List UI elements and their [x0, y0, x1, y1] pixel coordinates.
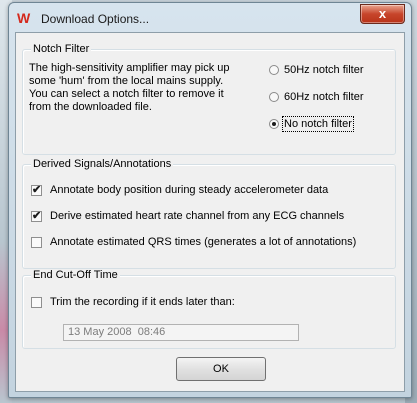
notch-desc-line: You can select a notch filter to remove … [29, 88, 224, 100]
ok-button[interactable]: OK [176, 357, 266, 381]
check-heart-rate[interactable]: ✔ Derive estimated heart rate channel fro… [31, 210, 344, 222]
radio-no-notch[interactable]: No notch filter [269, 116, 354, 133]
radio-60hz[interactable]: 60Hz notch filter [269, 91, 363, 103]
notch-desc-line: The high-sensitivity amplifier may pick … [29, 62, 230, 74]
check-body-position-label: Annotate body position during steady acc… [50, 184, 329, 197]
radio-50hz-label: 50Hz notch filter [284, 64, 364, 77]
cutoff-datetime-field[interactable] [63, 324, 299, 341]
notch-desc-line: some 'hum' from the local mains supply. [29, 75, 224, 87]
notch-desc-line: from the downloaded file. [29, 101, 152, 113]
check-trim-recording[interactable]: Trim the recording if it ends later than… [31, 296, 235, 308]
derived-signals-group: Derived Signals/Annotations ✔ Annotate bo… [22, 158, 396, 269]
download-options-dialog: W Download Options... x Notch Filter The… [8, 2, 412, 398]
window-title: Download Options... [41, 12, 150, 26]
check-qrs-times-label: Annotate estimated QRS times (generates … [50, 236, 357, 249]
checkbox-checked-icon[interactable]: ✔ [31, 210, 42, 222]
radio-button-icon[interactable] [269, 65, 279, 76]
end-cutoff-group: End Cut-Off Time Trim the recording if i… [22, 269, 396, 349]
check-heart-rate-label: Derive estimated heart rate channel from… [50, 210, 345, 223]
close-button[interactable]: x [360, 4, 405, 24]
notch-filter-group: Notch Filter The high-sensitivity amplif… [22, 43, 396, 155]
notch-filter-group-label: Notch Filter [31, 43, 92, 56]
radio-50hz[interactable]: 50Hz notch filter [269, 64, 363, 76]
radio-button-icon[interactable] [269, 92, 279, 103]
check-qrs-times[interactable]: Annotate estimated QRS times (generates … [31, 236, 356, 248]
check-trim-recording-label: Trim the recording if it ends later than… [50, 296, 235, 309]
radio-60hz-label: 60Hz notch filter [284, 91, 364, 104]
end-cutoff-group-label: End Cut-Off Time [31, 269, 120, 282]
checkbox-icon[interactable] [31, 236, 42, 248]
check-body-position[interactable]: ✔ Annotate body position during steady ac… [31, 184, 328, 196]
notch-filter-description: The high-sensitivity amplifier may pick … [29, 62, 259, 114]
radio-no-notch-label: No notch filter [282, 116, 354, 133]
checkbox-checked-icon[interactable]: ✔ [31, 184, 42, 196]
derived-signals-group-label: Derived Signals/Annotations [31, 158, 174, 171]
radio-button-selected-icon[interactable] [269, 119, 279, 130]
w-logo-icon: W [17, 10, 31, 26]
title-bar[interactable]: W Download Options... x [9, 3, 411, 33]
dialog-body: Notch Filter The high-sensitivity amplif… [15, 32, 405, 392]
close-icon: x [378, 6, 387, 21]
checkbox-icon[interactable] [31, 296, 42, 308]
